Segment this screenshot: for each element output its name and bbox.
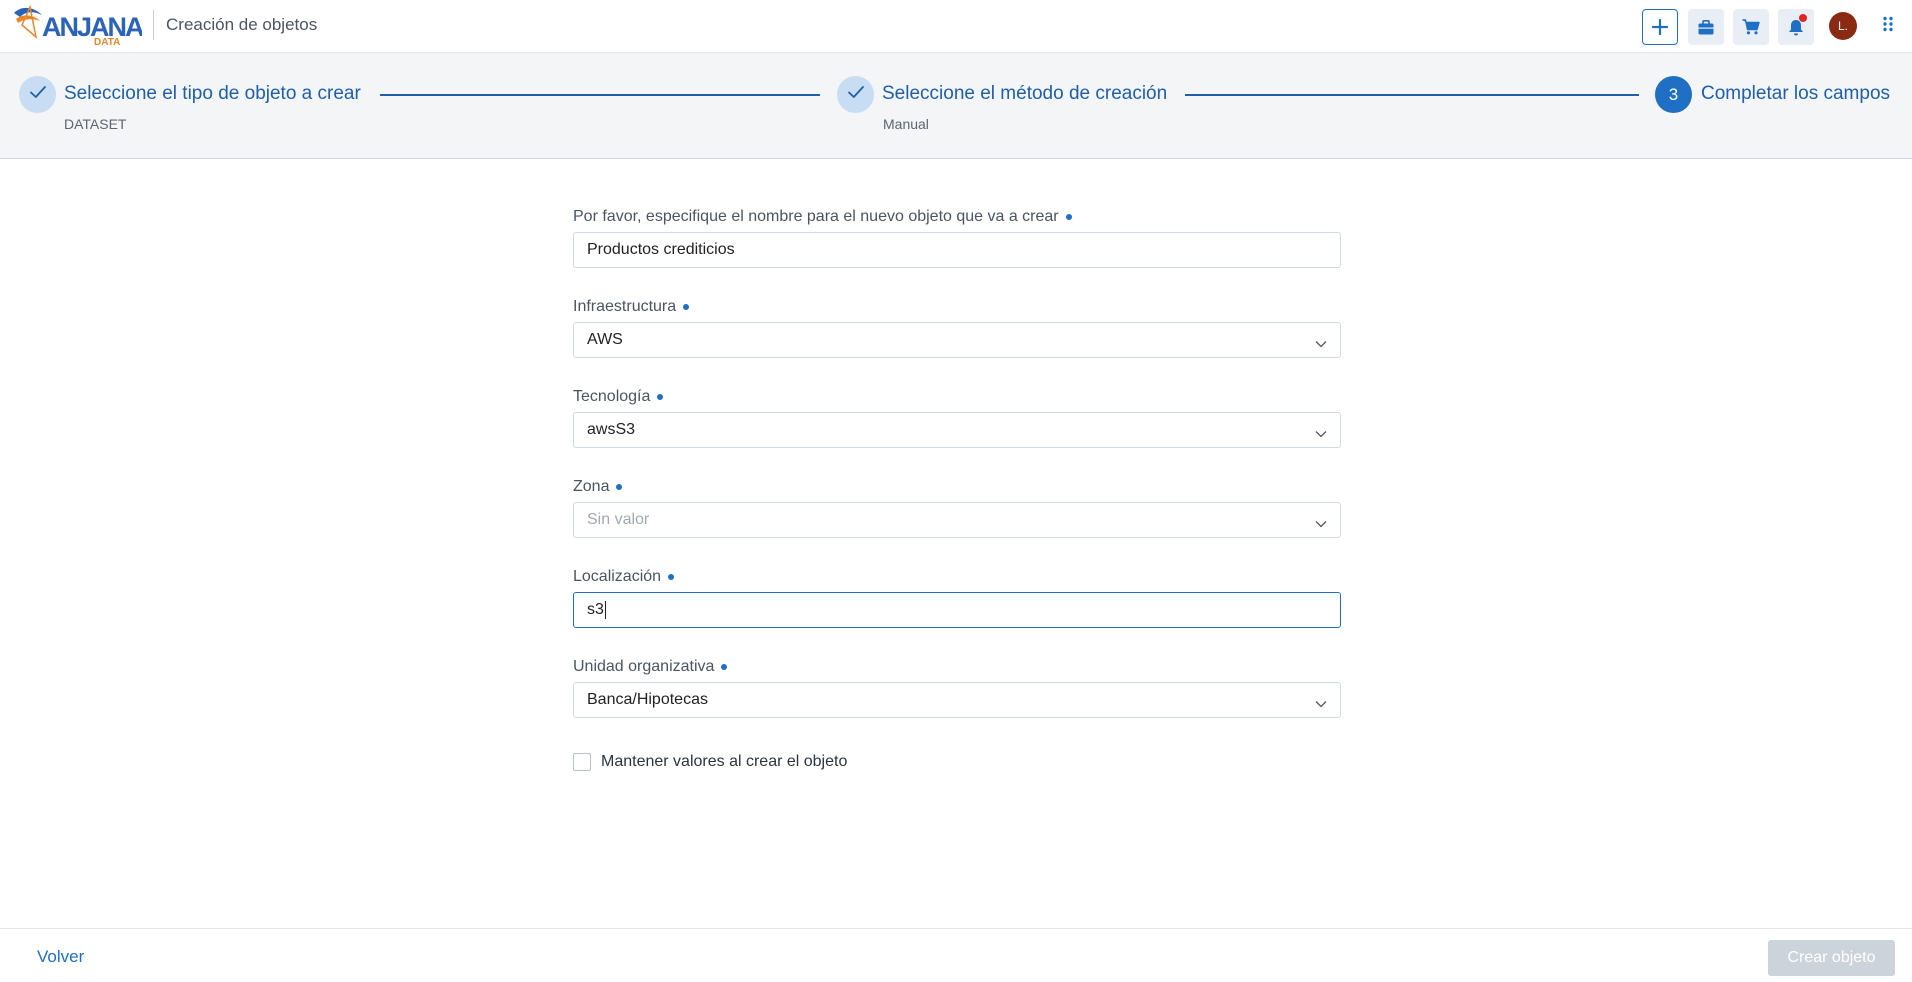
briefcase-icon (1698, 19, 1714, 35)
check-icon (29, 85, 47, 104)
step-1-subtitle: DATASET (64, 116, 127, 132)
required-indicator (721, 664, 728, 670)
create-object-button[interactable]: Crear objeto (1768, 940, 1895, 976)
step-3-indicator: 3 (1655, 76, 1692, 113)
logo-divider (153, 10, 154, 40)
zona-label: Zona (573, 477, 1341, 497)
required-indicator (657, 394, 664, 400)
step-2-subtitle: Manual (883, 116, 929, 132)
portfolio-button[interactable] (1688, 9, 1724, 45)
notification-badge (1799, 14, 1807, 22)
tecnologia-label: Tecnología (573, 387, 1341, 407)
zona-select[interactable]: Sin valor (573, 502, 1341, 538)
chevron-down-icon (1315, 695, 1327, 713)
keep-values-checkbox[interactable] (573, 753, 591, 771)
step-3-title: Completar los campos (1701, 83, 1891, 104)
add-object-button[interactable] (1642, 9, 1678, 45)
cart-button[interactable] (1733, 9, 1769, 45)
infraestructura-field: Infraestructura AWS (573, 297, 1341, 358)
unidad-select[interactable]: Banca/Hipotecas (573, 682, 1341, 718)
localizacion-label: Localización (573, 567, 1341, 587)
creation-stepper: Seleccione el tipo de objeto a crear DAT… (0, 53, 1912, 159)
plus-icon (1651, 18, 1669, 36)
apps-menu-button[interactable] (1878, 14, 1898, 38)
unidad-label: Unidad organizativa (573, 657, 1341, 677)
chevron-down-icon (1315, 425, 1327, 443)
user-avatar[interactable]: L. (1829, 12, 1857, 40)
infraestructura-label: Infraestructura (573, 297, 1341, 317)
localizacion-field: Localización s3 (573, 567, 1341, 628)
keep-values-option[interactable]: Mantener valores al crear el objeto (573, 753, 847, 771)
apps-grid-icon (1883, 16, 1893, 37)
step-1-indicator (19, 76, 56, 113)
required-indicator (1065, 214, 1072, 220)
step-2-title[interactable]: Seleccione el método de creación (882, 83, 1167, 105)
notifications-button[interactable] (1778, 9, 1814, 45)
required-indicator (683, 304, 690, 310)
zona-placeholder: Sin valor (587, 511, 650, 528)
page-title: Creación de objetos (166, 15, 318, 34)
step-1-title[interactable]: Seleccione el tipo de objeto a crear (64, 83, 361, 105)
required-indicator (668, 574, 675, 580)
required-indicator (616, 484, 623, 490)
step-connector-1 (380, 94, 820, 96)
name-field: Por favor, especifique el nombre para el… (573, 207, 1341, 268)
cart-icon (1742, 19, 1760, 35)
tecnologia-select[interactable]: awsS3 (573, 412, 1341, 448)
text-cursor (604, 601, 606, 619)
chevron-down-icon (1315, 515, 1327, 533)
chevron-down-icon (1315, 335, 1327, 353)
zona-field: Zona Sin valor (573, 477, 1341, 538)
name-label: Por favor, especifique el nombre para el… (573, 207, 1341, 227)
bottom-bar: Volver Crear objeto (0, 928, 1912, 982)
anjana-logo[interactable]: ANJANA DATA (12, 3, 146, 48)
infraestructura-select[interactable]: AWS (573, 322, 1341, 358)
keep-values-label[interactable]: Mantener valores al crear el objeto (601, 753, 847, 771)
localizacion-input[interactable]: s3 (573, 592, 1341, 628)
name-input[interactable]: Productos crediticios (573, 232, 1341, 268)
top-header: ANJANA DATA Creación de objetos L. (0, 0, 1912, 53)
step-connector-2 (1185, 94, 1639, 96)
back-button[interactable]: Volver (37, 947, 84, 967)
step-2-indicator (837, 76, 874, 113)
check-icon (847, 85, 865, 104)
unidad-field: Unidad organizativa Banca/Hipotecas (573, 657, 1341, 718)
tecnologia-field: Tecnología awsS3 (573, 387, 1341, 448)
logo-subtext: DATA (94, 37, 120, 47)
logo-text: ANJANA (42, 12, 142, 42)
